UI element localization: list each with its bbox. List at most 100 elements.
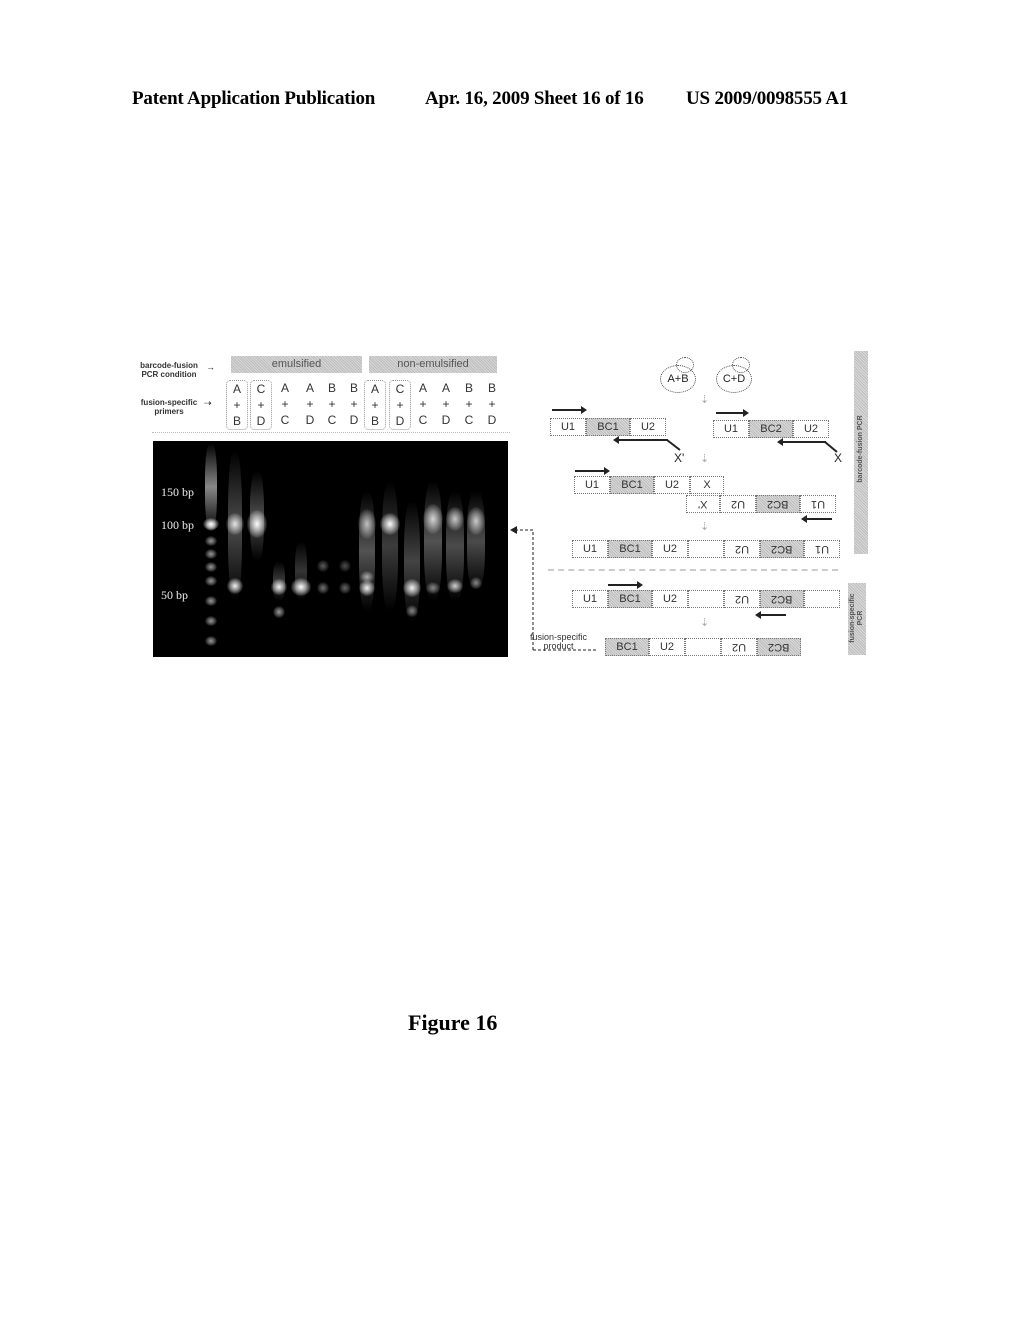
x-prime-label: X' [674,451,685,465]
primers-arrow-icon: ⇢ [204,398,212,408]
x-label: X [834,451,843,465]
segment-u2: U2 [720,495,756,513]
gel-band [317,582,329,594]
marker-50bp: 50 bp [161,588,188,602]
lane-label-top: B [327,381,336,395]
reverse-primer-arrow-icon [613,436,668,444]
segment-x-prime-text: X' [698,498,708,510]
primer-tail-icon [666,439,681,451]
segment-bc2-text: BC2 [768,641,790,653]
primers-label-line1: fusion-specific [140,398,198,407]
forward-primer-arrow-icon [716,409,749,417]
lane-label-mid: + [465,397,473,411]
ladder-band [205,596,217,606]
lane-label: B + C [322,380,342,428]
segment-bc2-text: BC2 [771,593,793,605]
lane-label-top: A [370,382,379,396]
gel-band [227,578,243,594]
segment-u1: U1 [572,590,608,608]
ladder-band [205,576,217,586]
blob-c-plus-d-bud [732,357,750,373]
gel-band [273,606,285,618]
lane-label-mid: + [328,397,336,411]
segment-u2-text: U2 [734,593,750,605]
construct-bc2: U1 BC2 U2 [713,420,829,438]
lane-label-bottom: C [464,413,474,427]
segment-bc2-reversed: BC2 [760,540,804,558]
condition-row-label: barcode-fusion PCR condition [134,361,204,379]
lane-label: C + D [389,380,411,430]
gel-band [446,507,464,531]
gel-band [447,579,463,593]
fusion-product-construct: BC1 U2 U2 BC2 [605,638,801,656]
condition-non-emulsified: non-emulsified [369,356,497,373]
fused-construct: U1 BC1 U2 U2 BC2 U1 [572,540,840,558]
condition-label-line1: barcode-fusion [140,361,198,370]
lane-label-mid: + [419,397,427,411]
down-arrow-icon: ⇣ [700,452,710,465]
segment-u1-text: U1 [814,543,830,555]
lane-label-bottom: D [305,413,315,427]
stage-label-fusion-line1: fusion-specific [849,593,856,643]
segment-u1: U1 [572,540,608,558]
segment-u2: U2 [652,590,688,608]
stage-label-fusion-specific: fusion-specific PCR [849,583,865,653]
gel-band [380,513,400,535]
figure-caption: Figure 16 [408,1010,498,1035]
lane-label-mid: + [350,397,358,411]
primers-row-label: fusion-specific primers [134,398,204,416]
down-arrow-icon: ⇣ [700,520,710,533]
lane-label-bottom: D [349,413,359,427]
segment-bc1: BC1 [608,590,652,608]
gel-band [317,560,329,572]
publication-number: US 2009/0098555 A1 [686,88,849,109]
segment-u2: U2 [652,540,688,558]
segment-u2: U2 [654,476,690,494]
reverse-primer-arrow-icon [777,438,826,446]
gel-band [359,580,375,596]
lane-label: A + C [275,380,295,428]
lane-label-mid: + [233,398,241,412]
segment-u1: U1 [713,420,749,438]
segment-u2: U2 [793,420,829,438]
stage-label-barcode-fusion: barcode-fusion PCR [857,415,864,483]
construct-bc1-x: U1 BC1 U2 X [574,476,724,494]
ladder-band [205,636,217,646]
segment-u2-reversed: U2 [724,590,760,608]
gel-band [467,507,485,535]
segment-bc2: BC2 [756,495,800,513]
condition-label-line2: PCR condition [141,370,197,379]
segment-u2-reversed: U2 [721,638,757,656]
segment-u1: U1 [574,476,610,494]
fused-construct-amplify: U1 BC1 U2 U2 BC2 [572,590,840,608]
lane-label: A + D [436,380,456,428]
segment-bc1: BC1 [610,476,654,494]
down-arrow-icon: ⇣ [700,393,710,406]
segment-bc2: BC2 [749,420,793,438]
lane-label-bottom: C [418,413,428,427]
ladder-band [203,518,219,530]
lane-label-top: C [395,382,405,396]
lane-label-top: A [441,381,450,395]
down-arrow-icon: ⇣ [700,616,710,629]
segment-u1: U1 [550,418,586,436]
lane-label: B + D [344,380,364,428]
lane-label-mid: + [281,397,289,411]
segment-bc2-text: BC2 [767,498,789,510]
lane-label-bottom: D [487,413,497,427]
lane-label-bottom: D [441,413,451,427]
gel-band [403,579,421,597]
gel-band [406,605,418,617]
segment-bc2-reversed: BC2 [760,590,804,608]
lane-label-bottom: D [256,414,266,428]
ladder-band [205,536,217,546]
lane-label-top: B [487,381,496,395]
gel-image: 150 bp 100 bp 50 bp [153,441,508,657]
gel-band [271,579,287,595]
segment-u1-reversed [804,590,840,608]
segment-u1-text: U1 [810,498,826,510]
segment-x: X [690,476,724,494]
lane-label-mid: + [442,397,450,411]
gel-band [291,578,311,596]
reverse-primer-arrow-icon [801,515,832,523]
